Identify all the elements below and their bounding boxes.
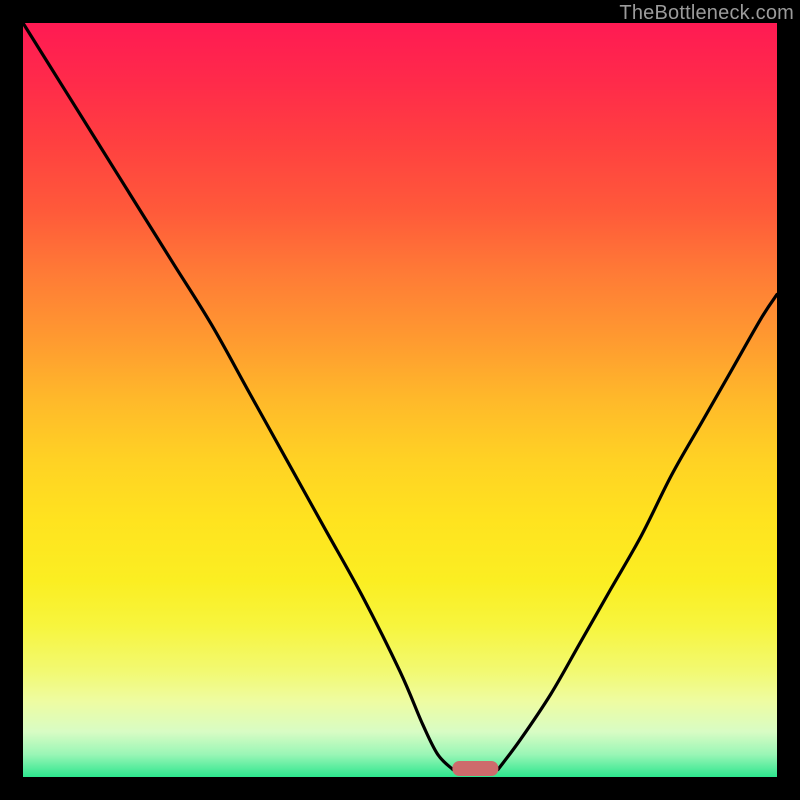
right-curve bbox=[498, 294, 777, 769]
curves-svg bbox=[23, 23, 777, 777]
chart-frame: TheBottleneck.com bbox=[0, 0, 800, 800]
plot-area bbox=[23, 23, 777, 777]
bottleneck-marker bbox=[453, 761, 498, 776]
watermark-text: TheBottleneck.com bbox=[619, 2, 794, 25]
left-curve bbox=[23, 23, 453, 770]
